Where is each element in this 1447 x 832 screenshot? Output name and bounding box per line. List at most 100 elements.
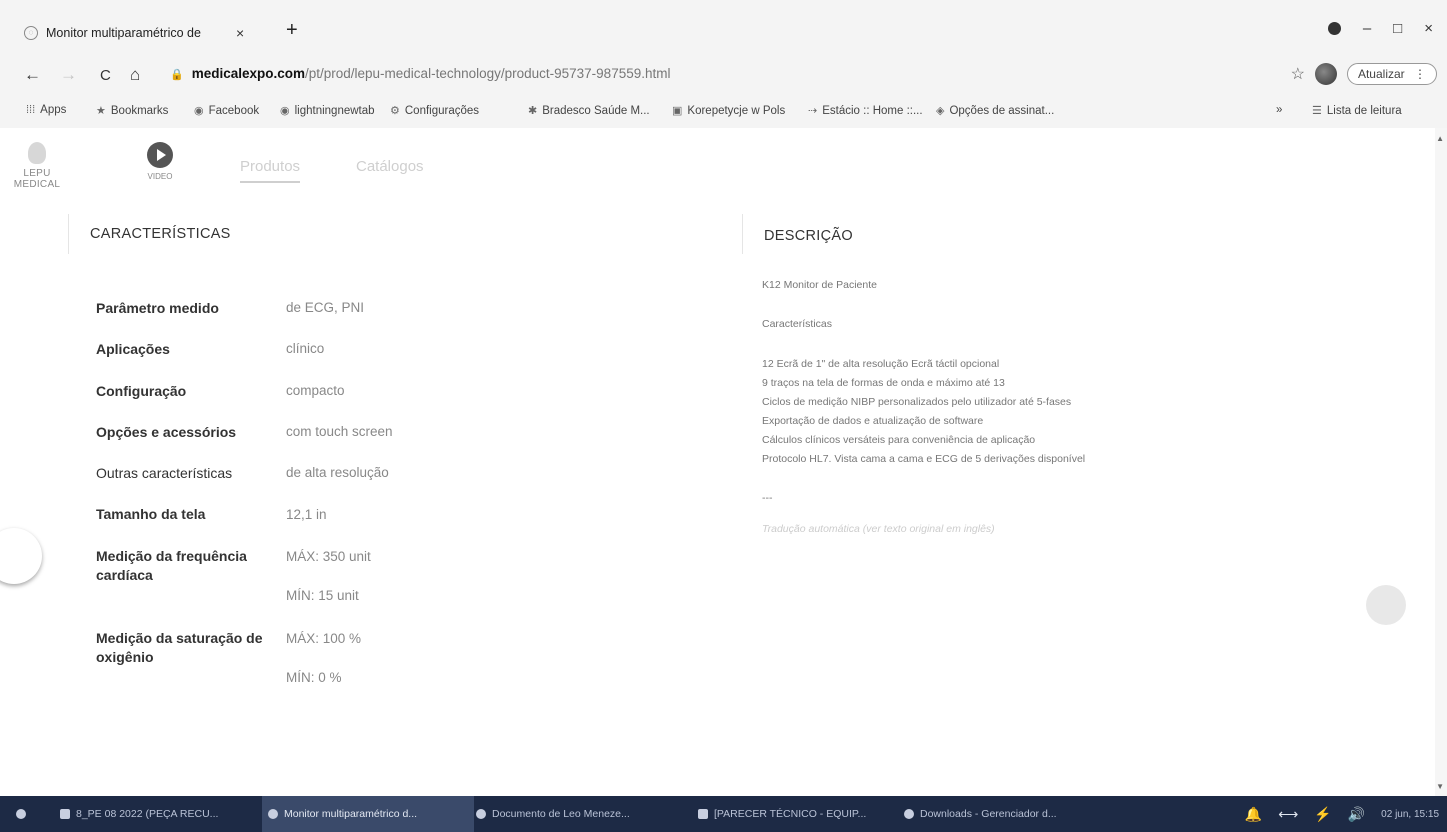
taskbar-item[interactable]: Downloads - Gerenciador d... — [898, 796, 1110, 832]
taskbar-item-label: Documento de Leo Meneze... — [492, 808, 630, 820]
network-icon[interactable]: ⟷ — [1278, 806, 1298, 823]
chat-widget-icon[interactable] — [1366, 585, 1406, 625]
system-tray: 🔔 ⟷ ⚡ 🔊 02 jun, 15:15 — [1245, 796, 1439, 832]
power-icon[interactable]: ⚡ — [1314, 806, 1331, 823]
os-taskbar: 8_PE 08 2022 (PEÇA RECU... Monitor multi… — [0, 796, 1447, 832]
bookmark-item[interactable]: ⇢ Estácio :: Home ::... — [808, 104, 923, 118]
home-button[interactable]: ⌂ — [130, 65, 140, 85]
notification-bell-icon[interactable]: 🔔 — [1245, 806, 1262, 823]
bookmark-label: Apps — [40, 104, 67, 116]
description-title: DESCRIÇÃO — [764, 228, 853, 244]
page-icon: ▣ — [672, 105, 683, 117]
description-separator: --- — [762, 492, 773, 504]
browser-icon — [904, 809, 914, 819]
brand-logo[interactable]: LEPU MEDICAL — [4, 142, 70, 190]
floating-widget-button[interactable] — [0, 528, 42, 584]
bookmark-item[interactable]: ◉ lightningnewtab — [280, 104, 375, 118]
menu-icon: ⋮ — [1414, 67, 1426, 81]
reading-list-icon: ☰ — [1312, 105, 1322, 117]
bookmark-item[interactable]: ✱ Bradesco Saúde M... — [528, 104, 650, 118]
feature-value: MÁX: 100 % — [286, 631, 362, 646]
bookmark-item[interactable]: ★ Bookmarks — [96, 104, 169, 118]
site-header: LEPU MEDICAL VIDEO Produtos Catálogos — [0, 128, 1447, 200]
lock-icon: 🔒 — [170, 69, 184, 81]
feature-value: com touch screen — [286, 424, 393, 439]
taskbar-item-active[interactable]: Monitor multiparamétrico d... — [262, 796, 474, 832]
translation-note-link[interactable]: Tradução automática (ver texto original … — [762, 523, 995, 535]
avatar[interactable] — [1314, 63, 1337, 85]
close-tab-icon[interactable]: × — [236, 25, 244, 41]
bookmark-label: Estácio :: Home ::... — [822, 104, 923, 117]
nav-produtos[interactable]: Produtos — [240, 158, 301, 183]
eye-icon: ◈ — [936, 105, 945, 117]
globe-icon: ◉ — [280, 105, 290, 117]
back-button[interactable]: ← — [24, 65, 41, 85]
arrow-icon: ⇢ — [808, 105, 818, 117]
bookmark-item[interactable]: ⚙ Configurações — [390, 104, 479, 118]
settings-icon: ⚙ — [390, 105, 400, 117]
scroll-up-icon[interactable]: ▲ — [1436, 134, 1444, 143]
reload-button[interactable]: C — [100, 67, 111, 84]
address-bar-actions: ☆ Atualizar ⋮ — [1291, 63, 1437, 85]
browser-icon — [476, 809, 486, 819]
bookmark-item[interactable]: ◉ Facebook — [194, 104, 259, 118]
bookmark-item[interactable]: ◈ Opções de assinat... — [936, 104, 1054, 118]
bookmark-item[interactable]: ▣ Korepetycje w Pols — [672, 104, 785, 118]
logo-icon — [28, 142, 46, 164]
browser-icon — [268, 809, 278, 819]
maximize-button[interactable]: □ — [1393, 20, 1402, 37]
video-button[interactable]: VIDEO — [140, 142, 180, 181]
description-line: Protocolo HL7. Vista cama a cama e ECG d… — [762, 453, 1086, 465]
close-window-button[interactable]: × — [1424, 20, 1433, 37]
star-icon: ✱ — [528, 105, 538, 117]
feature-value: compacto — [286, 383, 345, 398]
window-controls: – □ × — [1327, 20, 1433, 37]
page-scrollbar[interactable] — [1435, 128, 1447, 796]
bookmark-label: Bookmarks — [110, 104, 169, 117]
feature-value: de ECG, PNI — [286, 300, 365, 315]
reading-list-button[interactable]: ☰ Lista de leitura — [1312, 104, 1402, 118]
description-line: 12 Ecrã de 1" de alta resolução Ecrã tác… — [762, 358, 1000, 370]
taskbar-item-label: 8_PE 08 2022 (PEÇA RECU... — [76, 808, 219, 820]
bookmarks-bar: ⁞⁞⁞ Apps ★ Bookmarks ◉ Facebook ◉ lightn… — [0, 94, 1447, 129]
taskbar-item[interactable]: Documento de Leo Meneze... — [470, 796, 696, 832]
scroll-down-icon[interactable]: ▼ — [1436, 782, 1444, 791]
browser-tab-bar: ◌ Monitor multiparamétrico de × + – □ × — [0, 0, 1447, 59]
nav-catalogos[interactable]: Catálogos — [356, 158, 424, 175]
feature-label: Medição da saturação de oxigênio — [96, 630, 263, 665]
page-favicon-icon: ◌ — [24, 26, 38, 40]
taskbar-item-label: [PARECER TÉCNICO - EQUIP... — [714, 808, 867, 820]
profile-icon[interactable] — [1327, 22, 1341, 35]
clock[interactable]: 02 jun, 15:15 — [1381, 809, 1439, 820]
apps-grid-icon: ⁞⁞⁞ — [26, 104, 36, 116]
url-domain: medicalexpo.com — [191, 66, 305, 81]
description-line: K12 Monitor de Paciente — [762, 279, 877, 291]
feature-label: Medição da frequência cardíaca — [96, 548, 247, 583]
new-tab-button[interactable]: + — [286, 19, 298, 42]
volume-icon[interactable]: 🔊 — [1348, 806, 1365, 823]
tab-monitor[interactable]: ◌ Monitor multiparamétrico de × — [24, 20, 274, 46]
divider — [68, 214, 69, 254]
bookmark-apps[interactable]: ⁞⁞⁞ Apps — [26, 104, 66, 116]
chevron-right-icon: » — [1276, 104, 1283, 116]
characteristics-title: CARACTERÍSTICAS — [90, 226, 231, 242]
document-icon — [698, 809, 708, 819]
forward-button[interactable]: → — [60, 65, 77, 85]
bookmark-label: lightningnewtab — [294, 104, 375, 117]
url-field[interactable]: 🔒 medicalexpo.com/pt/prod/lepu-medical-te… — [170, 66, 670, 81]
start-icon — [16, 809, 26, 819]
bookmark-star-icon[interactable]: ☆ — [1291, 64, 1305, 84]
taskbar-item[interactable]: [PARECER TÉCNICO - EQUIP... — [692, 796, 902, 832]
update-label: Atualizar — [1357, 67, 1405, 81]
feature-label: Opções e acessórios — [96, 424, 237, 440]
feature-label: Aplicações — [96, 341, 170, 357]
bookmark-label: Bradesco Saúde M... — [542, 104, 650, 117]
feature-label: Parâmetro medido — [96, 300, 219, 316]
url-path: /pt/prod/lepu-medical-technology/product… — [305, 66, 671, 81]
globe-icon: ◉ — [194, 105, 204, 117]
update-button[interactable]: Atualizar ⋮ — [1346, 63, 1437, 85]
description-line: Cálculos clínicos versáteis para conveni… — [762, 434, 1036, 446]
minimize-button[interactable]: – — [1363, 20, 1371, 37]
taskbar-item[interactable]: 8_PE 08 2022 (PEÇA RECU... — [54, 796, 264, 832]
bookmarks-overflow-button[interactable]: » — [1276, 104, 1282, 116]
